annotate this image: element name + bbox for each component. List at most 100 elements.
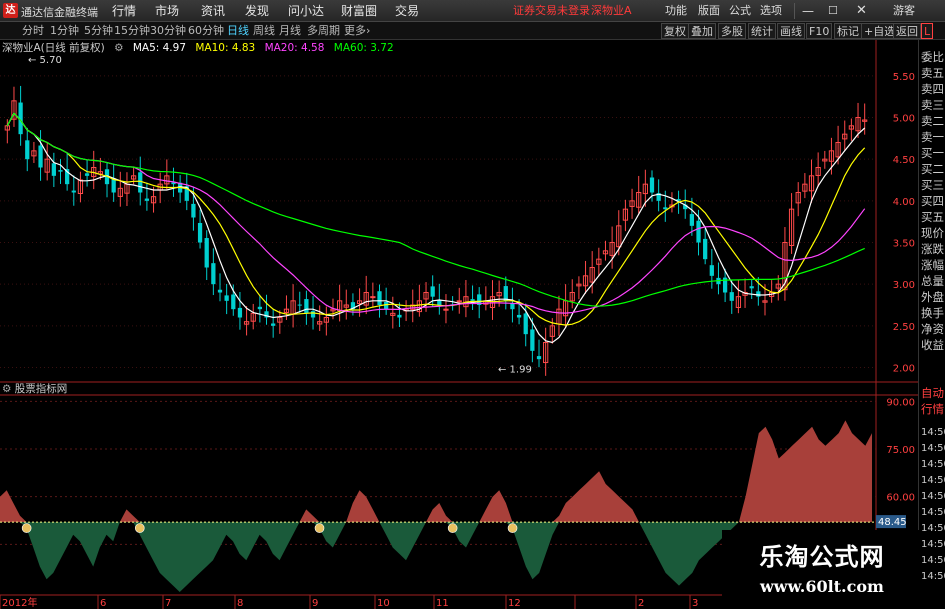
settings-icon[interactable]: ⚙ <box>114 42 123 54</box>
period-monthly[interactable]: 月线 <box>279 22 301 40</box>
formula-button[interactable]: 公式 <box>729 0 751 22</box>
candle-body <box>304 299 309 314</box>
mark-button[interactable]: 标记 <box>834 23 862 39</box>
date-label: 2012年 <box>2 596 37 609</box>
adjust-button[interactable]: 复权 <box>661 23 689 39</box>
period-intraday[interactable]: 分时 <box>22 22 44 40</box>
trade-time-label: 14:50 <box>921 523 945 534</box>
candle-body <box>231 294 236 310</box>
quote-field-label: 外盘 <box>921 290 944 304</box>
indicator-tick: 90.00 <box>886 397 915 408</box>
quote-field-label[interactable]: 行情 <box>921 402 945 416</box>
period-15min[interactable]: 15分钟 <box>114 22 150 40</box>
trade-time-label: 14:50 <box>921 427 945 438</box>
menu-wealth[interactable]: 财富圈 <box>341 0 377 22</box>
menu-discover[interactable]: 发现 <box>245 0 269 22</box>
quote-field-label: 买三 <box>921 178 944 192</box>
quote-field-label: 卖二 <box>921 114 944 128</box>
quote-field-label: 卖三 <box>921 98 944 112</box>
trade-time-label: 14:50 <box>921 459 945 470</box>
period-more[interactable]: 更多 <box>344 22 366 40</box>
f10-button[interactable]: F10 <box>806 23 833 39</box>
more-chevron-icon[interactable]: › <box>366 22 370 40</box>
menu-news[interactable]: 资讯 <box>201 0 225 22</box>
quote-field-label: 买四 <box>921 194 944 208</box>
layout-button[interactable]: 版面 <box>698 0 720 22</box>
candle-body <box>84 173 90 176</box>
indicator-tick: 75.00 <box>886 445 915 456</box>
menu-quotes[interactable]: 行情 <box>112 0 136 22</box>
watermark-title: 乐淘公式网 <box>759 543 885 571</box>
menu-trade[interactable]: 交易 <box>395 0 419 22</box>
candle-body <box>211 263 216 285</box>
period-daily[interactable]: 日线 <box>227 22 249 40</box>
back-button[interactable]: 返回 <box>893 23 921 39</box>
candle-body <box>191 203 196 218</box>
trade-time-label: 14:50 <box>921 491 945 502</box>
candle-body <box>38 145 43 168</box>
date-label: 3 <box>692 598 698 609</box>
candle-body <box>523 313 528 335</box>
candle-body <box>689 214 695 226</box>
candlesticks <box>4 85 868 376</box>
candle-body <box>510 303 515 310</box>
quote-field-label: 总量 <box>921 274 944 288</box>
quote-field-label: 涨跌 <box>921 242 944 256</box>
period-60min[interactable]: 60分钟 <box>188 22 224 40</box>
function-button[interactable]: 功能 <box>665 0 687 22</box>
indicator-tick: 60.00 <box>886 493 915 504</box>
ma60-line <box>6 112 865 307</box>
candle-body <box>51 163 56 176</box>
draw-line-button[interactable]: 画线 <box>777 23 805 39</box>
quote-field-label: 净资 <box>921 322 944 336</box>
login-status[interactable]: 证券交易未登录 <box>513 0 590 22</box>
indicator-settings-icon[interactable]: ⚙ <box>2 383 11 395</box>
candle-body <box>197 222 203 243</box>
guest-label[interactable]: 游客 <box>893 0 915 22</box>
kline-chart[interactable]: 5.50 5.00 4.50 4.00 3.50 3.00 2.50 2.00 90.00 75.… <box>0 40 918 609</box>
candle-body <box>58 170 63 172</box>
options-button[interactable]: 选项 <box>760 0 782 22</box>
period-1min[interactable]: 1分钟 <box>50 22 79 40</box>
price-tick: 3.00 <box>893 280 915 291</box>
candle-body <box>25 140 30 160</box>
ma5-label: MA5: 4.97 <box>132 42 187 54</box>
signal-coin-icon <box>314 523 325 533</box>
indicator-title: ⚙ 股票指标网 <box>2 383 68 395</box>
trade-time-label: 14:50 <box>921 571 945 582</box>
menu-ask[interactable]: 问小达 <box>288 0 324 22</box>
candle-body <box>756 291 761 297</box>
quote-field-label: 卖一 <box>921 130 944 144</box>
period-multi[interactable]: 多周期 <box>307 22 340 40</box>
l-toggle-button[interactable]: L <box>921 23 934 39</box>
period-weekly[interactable]: 周线 <box>253 22 275 40</box>
candle-body <box>729 292 734 301</box>
candle-body <box>437 300 442 305</box>
candle-body <box>310 311 316 318</box>
app-name: 通达信金融终端 <box>21 6 98 19</box>
ma10-line <box>6 112 866 326</box>
period-5min[interactable]: 5分钟 <box>84 22 113 40</box>
price-tick: 4.50 <box>893 155 915 166</box>
overlay-button[interactable]: 叠加 <box>688 23 716 39</box>
quote-field-label[interactable]: 自动 <box>921 386 945 400</box>
candle-body <box>649 177 655 193</box>
date-label: 7 <box>165 598 171 609</box>
candle-body <box>144 198 150 201</box>
quote-field-label: 卖四 <box>921 82 944 96</box>
signal-coin-icon <box>21 523 32 533</box>
quote-field-label: 收益 <box>921 338 944 352</box>
candle-body <box>397 314 402 318</box>
signal-coin-icon <box>134 523 145 533</box>
minimize-button[interactable]: — <box>802 0 814 22</box>
trade-time-label: 14:50 <box>921 555 945 566</box>
candle-body <box>71 190 76 193</box>
candle-body <box>470 299 475 301</box>
close-button[interactable]: ✕ <box>856 0 867 22</box>
maximize-button[interactable]: ☐ <box>828 0 838 22</box>
multi-stock-button[interactable]: 多股 <box>718 23 746 39</box>
period-30min[interactable]: 30分钟 <box>150 22 186 40</box>
candle-body <box>237 307 243 318</box>
statistics-button[interactable]: 统计 <box>748 23 776 39</box>
menu-market[interactable]: 市场 <box>155 0 179 22</box>
